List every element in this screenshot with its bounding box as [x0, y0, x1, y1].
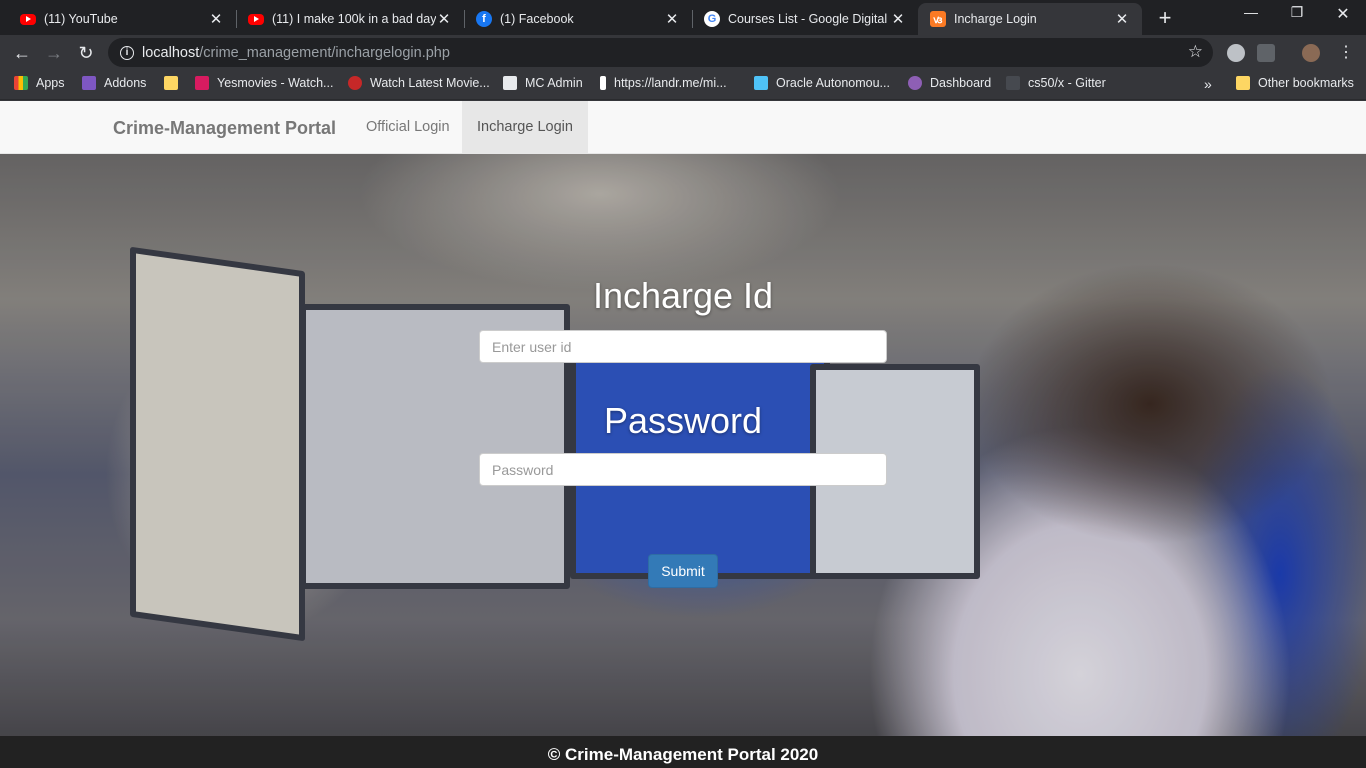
- dashboard-icon: [908, 76, 922, 90]
- more-bookmarks-chevron-icon[interactable]: »: [1204, 76, 1212, 92]
- menu-dots-icon[interactable]: ⋮: [1332, 39, 1360, 67]
- browser-tab-strip: (11) YouTube ✕ (11) I make 100k in a bad…: [0, 0, 1366, 35]
- tab-title: (1) Facebook: [500, 12, 574, 26]
- address-bar[interactable]: i localhost/crime_management/inchargelog…: [108, 38, 1213, 67]
- gitter-icon: [1006, 76, 1020, 90]
- tab-title: (11) I make 100k in a bad day -: [272, 12, 436, 26]
- page-icon: [503, 76, 517, 90]
- bookmark-label: Addons: [104, 76, 147, 90]
- submit-button[interactable]: Submit: [648, 554, 718, 588]
- login-form: Incharge Id Enter user id Password Passw…: [479, 274, 887, 588]
- browser-tab[interactable]: (11) I make 100k in a bad day - ✕: [236, 3, 464, 35]
- minimize-button[interactable]: —: [1228, 4, 1274, 20]
- browser-tab[interactable]: (11) YouTube ✕: [8, 3, 236, 35]
- bookmark-watch-movies[interactable]: Watch Latest Movie...: [348, 76, 490, 90]
- url-host: localhost: [142, 44, 200, 61]
- bookmarks-bar: Apps Addons Yesmovies - Watch... Watch L…: [0, 70, 1366, 100]
- bookmark-label: cs50/x - Gitter: [1028, 76, 1106, 90]
- youtube-icon: [20, 13, 36, 25]
- google-icon: G: [704, 11, 720, 27]
- lock-extension-icon[interactable]: [1257, 44, 1275, 62]
- password-input[interactable]: Password: [479, 453, 887, 486]
- bookmark-oracle[interactable]: Oracle Autonomou...: [754, 76, 890, 90]
- oracle-icon: [754, 76, 768, 90]
- bookmark-gitter[interactable]: cs50/x - Gitter: [1006, 76, 1106, 90]
- nav-official-login[interactable]: Official Login: [351, 101, 465, 154]
- bookmark-folder[interactable]: [164, 76, 186, 90]
- extension-icon[interactable]: [1227, 44, 1245, 62]
- site-navbar: Crime-Management Portal Official Login I…: [0, 101, 1366, 154]
- nav-incharge-login[interactable]: Incharge Login: [462, 101, 588, 154]
- bookmark-landr[interactable]: https://landr.me/mi...: [600, 76, 727, 90]
- close-icon[interactable]: ✕: [208, 10, 224, 28]
- window-close-button[interactable]: ✕: [1320, 4, 1366, 24]
- password-heading: Password: [603, 400, 763, 441]
- page-footer: © Crime-Management Portal 2020: [0, 736, 1366, 768]
- bookmark-apps[interactable]: Apps: [14, 76, 65, 90]
- bookmark-label: Oracle Autonomou...: [776, 76, 890, 90]
- reload-icon[interactable]: ↻: [72, 39, 100, 67]
- web-page: Crime-Management Portal Official Login I…: [0, 101, 1366, 768]
- youtube-icon: [248, 13, 264, 25]
- facebook-icon: f: [476, 11, 492, 27]
- addons-icon: [82, 76, 96, 90]
- tab-title: Incharge Login: [954, 12, 1037, 26]
- bookmark-label: Watch Latest Movie...: [370, 76, 490, 90]
- bookmark-yesmovies[interactable]: Yesmovies - Watch...: [195, 76, 333, 90]
- incharge-id-heading: Incharge Id: [592, 275, 774, 316]
- bookmark-label: Yesmovies - Watch...: [217, 76, 334, 90]
- folder-icon: [1236, 76, 1250, 90]
- landr-icon: [600, 76, 606, 90]
- url-path: /crime_management/inchargelogin.php: [199, 44, 450, 61]
- tab-title: Courses List - Google Digital Sk: [728, 12, 890, 26]
- close-icon[interactable]: ✕: [664, 10, 680, 28]
- browser-tab-active[interactable]: ꟃ Incharge Login ✕: [918, 3, 1142, 35]
- tab-title: (11) YouTube: [44, 12, 118, 26]
- bookmark-addons[interactable]: Addons: [82, 76, 146, 90]
- bookmark-dashboard[interactable]: Dashboard: [908, 76, 991, 90]
- folder-icon: [164, 76, 178, 90]
- apps-grid-icon: [14, 76, 28, 90]
- new-tab-button[interactable]: +: [1153, 5, 1177, 31]
- forward-arrow-icon[interactable]: →: [40, 39, 68, 67]
- browser-toolbar: ← → ↻ i localhost/crime_management/incha…: [0, 35, 1366, 70]
- close-icon[interactable]: ✕: [1114, 10, 1130, 28]
- bookmark-other[interactable]: Other bookmarks: [1236, 76, 1354, 90]
- movie-icon: [348, 76, 362, 90]
- info-icon[interactable]: i: [120, 45, 134, 60]
- bookmark-label: Dashboard: [930, 76, 992, 90]
- close-icon[interactable]: ✕: [436, 10, 452, 28]
- monitor-image: [130, 246, 305, 642]
- site-brand[interactable]: Crime-Management Portal: [113, 118, 336, 139]
- bookmark-label: Other bookmarks: [1258, 76, 1354, 90]
- back-arrow-icon[interactable]: ←: [8, 39, 36, 67]
- close-icon[interactable]: ✕: [890, 10, 906, 28]
- restore-button[interactable]: ❐: [1274, 4, 1320, 21]
- user-id-input[interactable]: Enter user id: [479, 330, 887, 363]
- avatar[interactable]: [1302, 44, 1320, 62]
- bookmark-label: https://landr.me/mi...: [614, 76, 727, 90]
- bookmark-label: MC Admin: [525, 76, 583, 90]
- bookmark-label: »: [1204, 76, 1212, 92]
- browser-tab[interactable]: G Courses List - Google Digital Sk ✕: [692, 3, 918, 35]
- bookmark-star-icon[interactable]: ☆: [1188, 42, 1203, 62]
- bookmark-label: Apps: [36, 76, 65, 90]
- xampp-icon: ꟃ: [930, 11, 946, 27]
- bookmark-mc-admin[interactable]: MC Admin: [503, 76, 583, 90]
- browser-tab[interactable]: f (1) Facebook ✕: [464, 3, 692, 35]
- yesmovies-icon: [195, 76, 209, 90]
